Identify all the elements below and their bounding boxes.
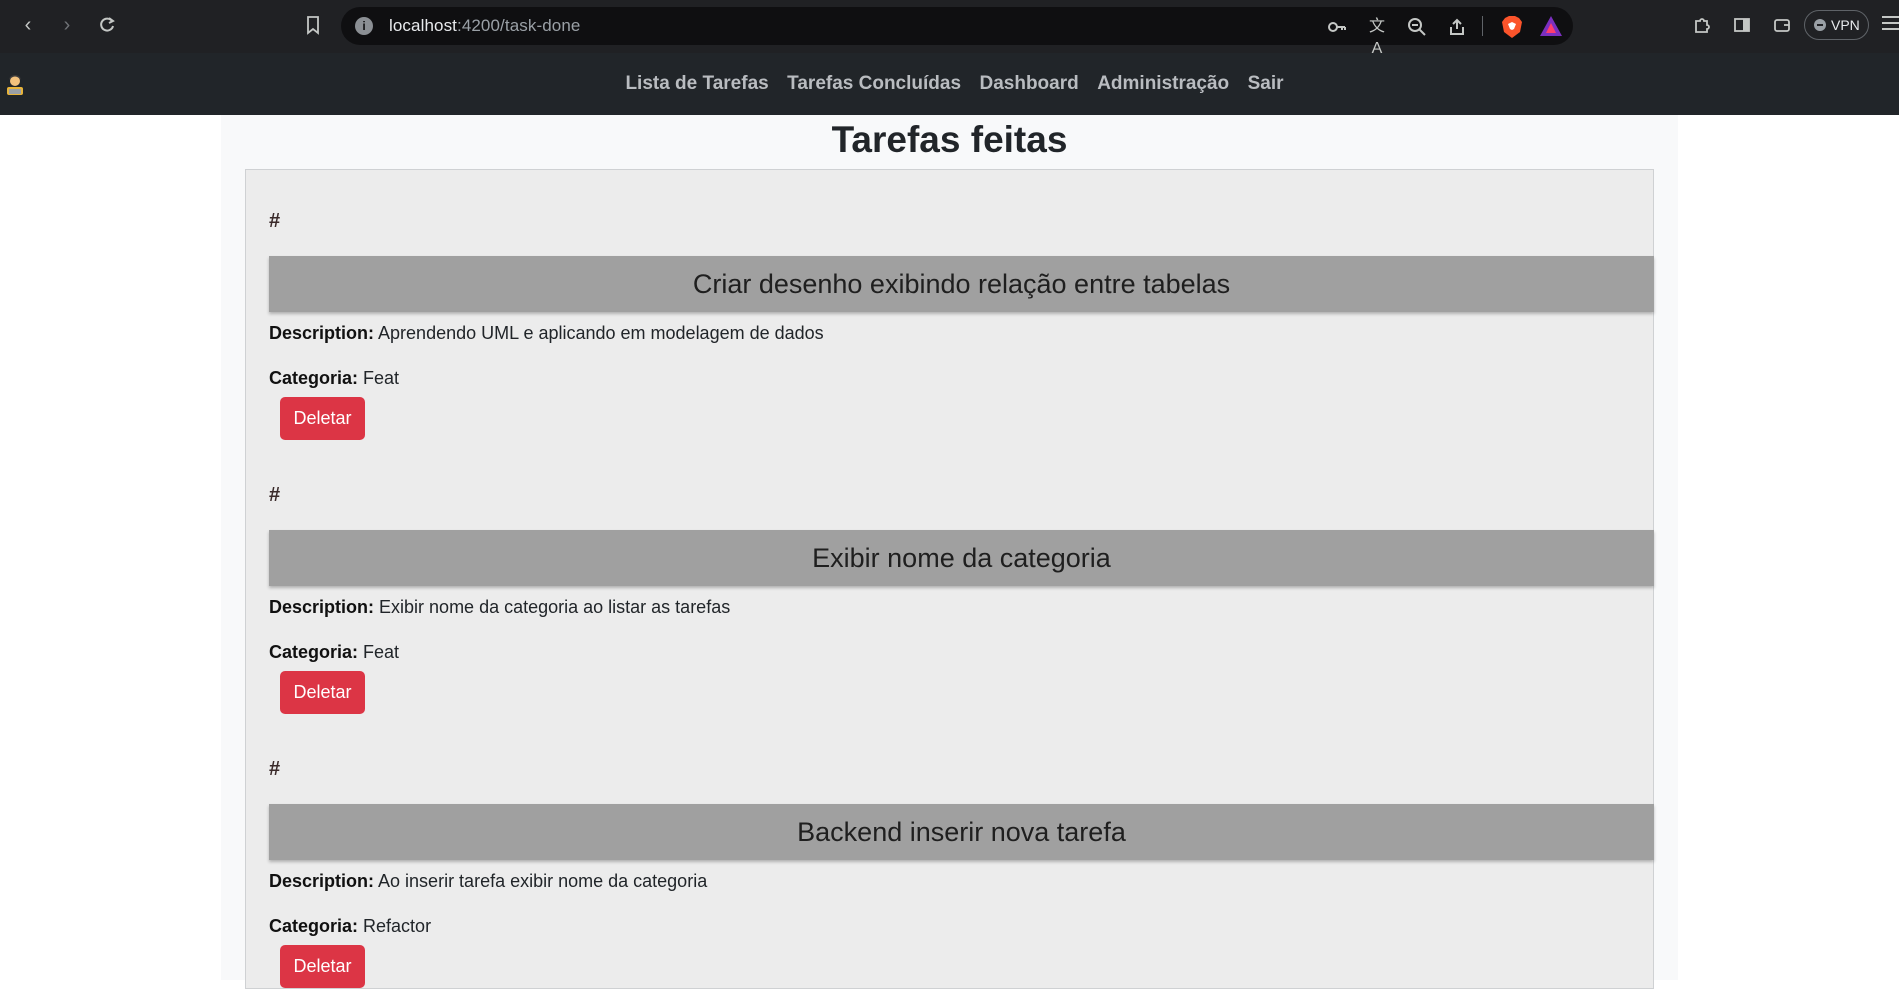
task-id: #: [269, 484, 281, 506]
vpn-status-icon: [1814, 19, 1826, 31]
category-value: Refactor: [363, 916, 432, 936]
task-category: Categoria: Feat: [269, 642, 399, 663]
reload-icon[interactable]: [94, 12, 120, 38]
back-icon[interactable]: ‹: [15, 12, 41, 38]
task-title: Backend inserir nova tarefa: [269, 804, 1654, 860]
description-value: Ao inserir tarefa exibir nome da categor…: [378, 871, 708, 891]
translate-icon[interactable]: 文A: [1366, 16, 1388, 57]
vpn-label: VPN: [1831, 17, 1860, 33]
toolbar-divider: [1482, 16, 1483, 36]
category-label: Categoria:: [269, 916, 359, 936]
category-label: Categoria:: [269, 642, 359, 662]
task-title: Exibir nome da categoria: [269, 530, 1654, 586]
category-value: Feat: [363, 642, 400, 662]
task-category: Categoria: Refactor: [269, 916, 431, 937]
task-description: Description: Aprendendo UML e aplicando …: [269, 323, 824, 344]
description-label: Description:: [269, 597, 375, 617]
task-category: Categoria: Feat: [269, 368, 399, 389]
menu-icon[interactable]: [1882, 16, 1899, 34]
forward-icon[interactable]: ›: [54, 12, 80, 38]
task-id: #: [269, 758, 281, 780]
page-title: Tarefas feitas: [831, 119, 1068, 160]
description-value: Exibir nome da categoria ao listar as ta…: [379, 597, 731, 617]
url-host: localhost: [389, 16, 457, 35]
nav-menu: Lista de Tarefas Tarefas Concluídas Dash…: [0, 73, 1899, 95]
nav-item-tarefas-concluidas[interactable]: Tarefas Concluídas: [787, 73, 961, 95]
task-description: Description: Ao inserir tarefa exibir no…: [269, 871, 707, 892]
description-value: Aprendendo UML e aplicando em modelagem …: [378, 323, 824, 343]
task-title: Criar desenho exibindo relação entre tab…: [269, 256, 1654, 312]
share-icon[interactable]: [1446, 16, 1468, 38]
nav-item-lista-de-tarefas[interactable]: Lista de Tarefas: [625, 73, 768, 95]
key-icon[interactable]: [1326, 16, 1348, 38]
url-path: :4200/task-done: [457, 16, 581, 35]
nav-item-administracao[interactable]: Administração: [1097, 73, 1229, 95]
site-info-icon[interactable]: i: [355, 17, 373, 35]
vpn-button[interactable]: VPN: [1804, 10, 1869, 40]
task-description: Description: Exibir nome da categoria ao…: [269, 597, 730, 618]
address-bar[interactable]: i localhost:4200/task-done 文A: [341, 7, 1573, 57]
description-label: Description:: [269, 871, 375, 891]
task-id: #: [269, 210, 281, 232]
rewards-icon[interactable]: [1539, 15, 1563, 37]
category-value: Feat: [363, 368, 400, 388]
wallet-icon[interactable]: [1771, 14, 1793, 36]
sidebar-icon[interactable]: [1731, 14, 1753, 36]
url-text[interactable]: localhost:4200/task-done: [389, 16, 580, 36]
brave-shields-icon[interactable]: [1501, 15, 1523, 39]
delete-button[interactable]: Deletar: [280, 945, 365, 988]
browser-toolbar: ‹ › i localhost:4200/task-done 文A VPN: [0, 0, 1899, 57]
delete-button[interactable]: Deletar: [280, 397, 365, 440]
nav-item-sair[interactable]: Sair: [1248, 73, 1284, 95]
delete-button[interactable]: Deletar: [280, 671, 365, 714]
page-container: Tarefas feitas # Criar desenho exibindo …: [221, 115, 1678, 989]
zoom-out-icon[interactable]: [1406, 16, 1428, 38]
bookmark-icon[interactable]: [302, 14, 324, 36]
tasks-card: # Criar desenho exibindo relação entre t…: [245, 169, 1654, 989]
extensions-icon[interactable]: [1691, 14, 1713, 36]
nav-item-dashboard[interactable]: Dashboard: [979, 73, 1078, 95]
category-label: Categoria:: [269, 368, 359, 388]
description-label: Description:: [269, 323, 375, 343]
app-navbar: Lista de Tarefas Tarefas Concluídas Dash…: [0, 53, 1899, 115]
